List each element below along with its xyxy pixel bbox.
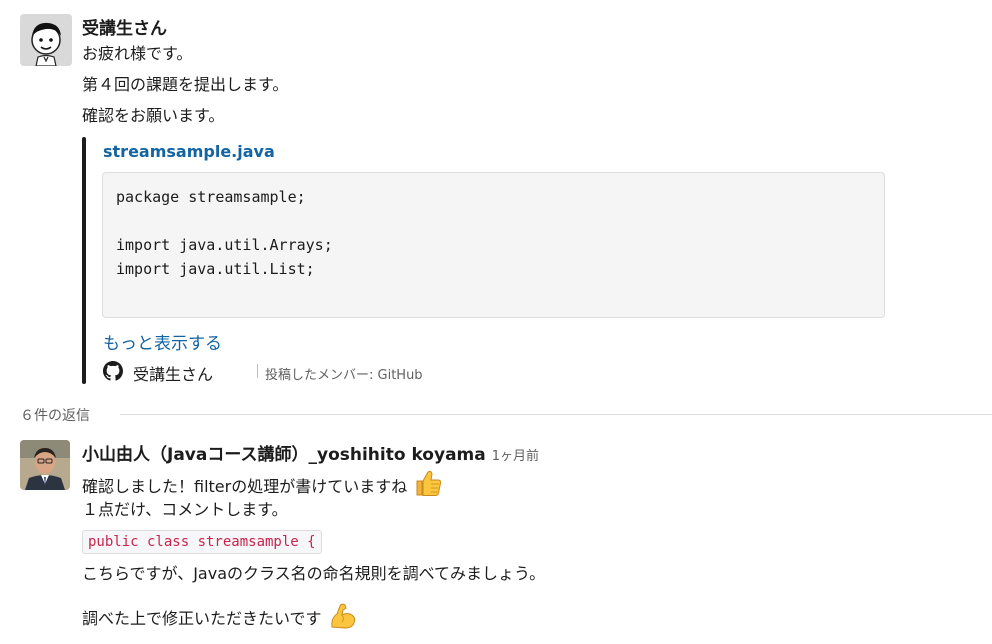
reply-line-4: 調べた上で修正いただきたいです [82,600,358,635]
attachment-accent-bar [82,137,86,384]
attachment-source-name: 受講生さん [133,365,214,384]
thumbs-up-icon [413,468,443,503]
avatar[interactable] [20,440,70,490]
inline-code: public class streamsample { [82,530,322,554]
attachment-file-link[interactable]: streamsample.java [103,142,275,161]
reply-count: ６件の返信 [20,408,90,424]
code-preview: package streamsample; import java.util.A… [102,172,885,318]
student-avatar-icon [20,14,72,66]
message-line-1: お疲れ様です。 [82,44,193,63]
reply-divider [120,414,992,415]
reply-author-name[interactable]: 小山由人（Javaコース講師）_yoshihito koyama [82,445,486,465]
reply-timestamp[interactable]: 1ヶ月前 [492,449,539,464]
reply-line-2: １点だけ、コメントします。 [82,500,288,519]
github-icon [103,361,123,381]
reply-author: 小山由人（Javaコース講師）_yoshihito koyama 1ヶ月前 [82,440,539,465]
show-more-link[interactable]: もっと表示する [103,329,222,354]
attachment-source-note: 投稿したメンバー: GitHub [265,368,423,383]
instructor-avatar-icon [20,440,70,490]
message-author[interactable]: 受講生さん [82,14,167,39]
code-line: import java.util.Arrays; [116,236,333,254]
reply-line-3: こちらですが、Javaのクラス名の命名規則を調べてみましょう。 [82,564,546,583]
message-line-2: 第４回の課題を提出します。 [82,75,289,94]
avatar[interactable] [20,14,72,66]
reply-line-1: 確認しました！filterの処理が書けていますね [82,468,443,503]
reply-code-line: public class streamsample { [82,530,322,554]
reply-line-1-text: 確認しました！filterの処理が書けていますね [82,477,408,496]
code-line: package streamsample; [116,188,306,206]
code-line: import java.util.List; [116,260,315,278]
reply-line-4-text: 調べた上で修正いただきたいです [82,609,322,628]
flexed-biceps-icon [328,600,358,635]
message-line-3: 確認をお願います。 [82,106,225,125]
source-divider [257,364,258,378]
